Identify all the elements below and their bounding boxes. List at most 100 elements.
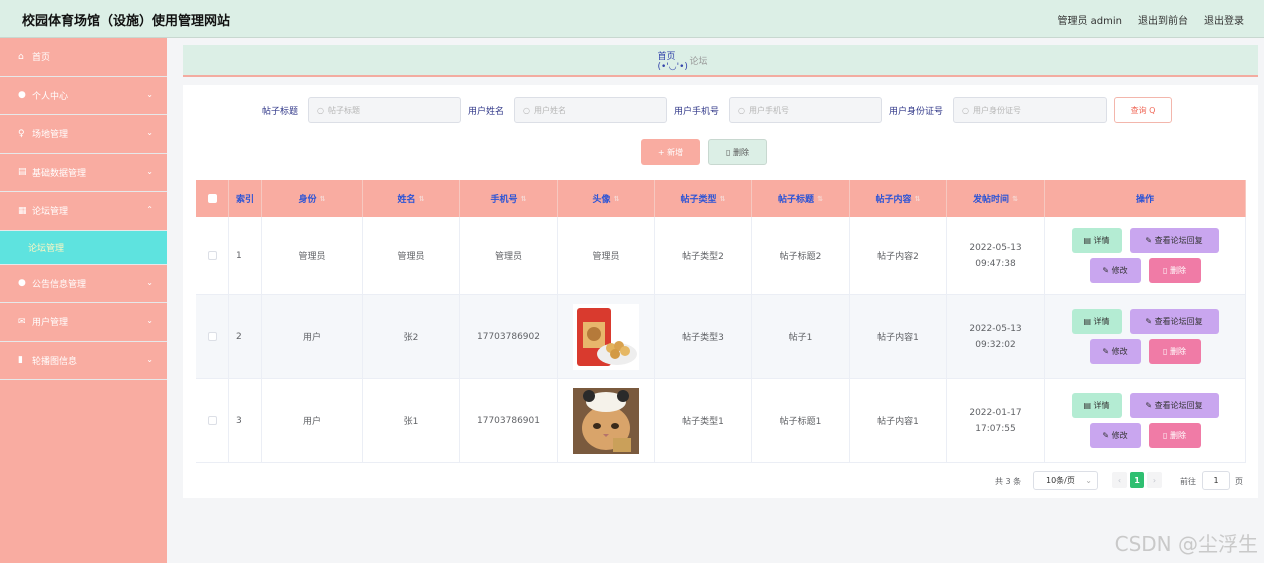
delete-row-button[interactable]: ▯ 删除 bbox=[1148, 339, 1201, 364]
edit-icon: ✎ bbox=[1102, 266, 1110, 275]
site-title: 校园体育场馆（设施）使用管理网站 bbox=[22, 14, 231, 29]
chevron-down-icon: ⌄ bbox=[146, 277, 153, 287]
search-label-title: 帖子标题 bbox=[262, 107, 299, 117]
sidebar-item-6[interactable]: ● 公告信息管理 ⌄ bbox=[0, 265, 167, 303]
chevron-right-icon: › bbox=[1152, 475, 1157, 485]
detail-button[interactable]: ▤ 详情 bbox=[1071, 309, 1122, 334]
header-avatar[interactable]: 头像 ⇅ bbox=[558, 180, 655, 217]
trash-icon: ▯ bbox=[1163, 431, 1168, 440]
edit-button[interactable]: ✎ 修改 bbox=[1089, 423, 1141, 448]
header-time[interactable]: 发帖时间 ⇅ bbox=[947, 180, 1045, 217]
header-title[interactable]: 帖子标题 ⇅ bbox=[752, 180, 850, 217]
detail-button[interactable]: ▤ 详情 bbox=[1071, 393, 1122, 418]
action-row: ✎ 修改 ▯ 删除 bbox=[1089, 423, 1201, 448]
view-replies-button[interactable]: ✎ 查看论坛回复 bbox=[1129, 309, 1219, 334]
avatar-image bbox=[573, 387, 639, 454]
header-phone[interactable]: 手机号 ⇅ bbox=[460, 180, 558, 217]
document-icon: ▤ bbox=[1083, 401, 1091, 410]
sidebar-item-3[interactable]: ▤ 基础数据管理 ⌄ bbox=[0, 154, 167, 192]
edit-icon: ✎ bbox=[1145, 317, 1153, 326]
chevron-down-icon: ⌄ bbox=[146, 354, 153, 364]
page-jump-input[interactable]: 1 bbox=[1202, 471, 1230, 490]
sidebar-item-1[interactable]: ● 个人中心 ⌄ bbox=[0, 77, 167, 115]
delete-row-button[interactable]: ▯ 删除 bbox=[1148, 423, 1201, 448]
view-replies-button[interactable]: ✎ 查看论坛回复 bbox=[1129, 228, 1219, 253]
action-row: ✎ 修改 ▯ 删除 bbox=[1089, 258, 1201, 283]
row-select-cell bbox=[196, 217, 229, 294]
search-icon: ○ bbox=[523, 105, 530, 115]
pager-goto-label: 前往 bbox=[1180, 477, 1196, 486]
add-button[interactable]: + 新增 bbox=[641, 139, 700, 165]
row-checkbox[interactable] bbox=[207, 332, 217, 341]
cell-index: 2 bbox=[229, 295, 262, 378]
suitcase-icon: ▦ bbox=[18, 205, 27, 216]
header-content[interactable]: 帖子内容 ⇅ bbox=[850, 180, 947, 217]
header-role[interactable]: 身份 ⇅ bbox=[262, 180, 363, 217]
top-header: 校园体育场馆（设施）使用管理网站 管理员 admin 退出到前台 退出登录 bbox=[0, 0, 1264, 38]
header-index: 索引 bbox=[229, 180, 262, 217]
sidebar-item-label: 首页 bbox=[32, 53, 51, 64]
search-input-phone[interactable]: ○ 用户手机号 bbox=[729, 97, 882, 123]
document-icon: ▤ bbox=[1083, 236, 1091, 245]
back-to-front-link[interactable]: 退出到前台 bbox=[1138, 12, 1188, 27]
action-group: ▤ 详情 ✎ 查看论坛回复 ✎ 修改 ▯ 删除 bbox=[1071, 228, 1219, 283]
next-page-button[interactable]: › bbox=[1147, 472, 1162, 488]
select-all-checkbox[interactable] bbox=[207, 194, 217, 203]
chevron-down-icon: ⌄ bbox=[146, 316, 153, 325]
edit-button[interactable]: ✎ 修改 bbox=[1089, 258, 1141, 283]
cell-content: 帖子内容1 bbox=[850, 379, 947, 462]
action-row: ✎ 修改 ▯ 删除 bbox=[1089, 339, 1201, 364]
trash-icon: ▯ bbox=[1163, 347, 1168, 356]
pager-total: 共 3 条 bbox=[995, 477, 1022, 486]
page-size-select[interactable]: 10条/页 ⌄ bbox=[1033, 471, 1098, 490]
sidebar-item-0[interactable]: ⌂ 首页 bbox=[0, 38, 167, 77]
sidebar-subitem-forum[interactable]: 论坛管理 bbox=[0, 230, 167, 265]
breadcrumb-current: 论坛 bbox=[689, 56, 708, 67]
action-row: ▤ 详情 ✎ 查看论坛回复 bbox=[1071, 309, 1219, 334]
cell-index: 3 bbox=[229, 379, 262, 462]
main-panel: 帖子标题 ○ 帖子标题 用户姓名 ○ 用户姓名 用户手机号 ○ 用户手机号 用户身份证… bbox=[183, 85, 1258, 498]
table-body: 1 管理员 管理员 管理员 管理员 帖子类型2 帖子标题2 帖子内容2 2022-05-13 0… bbox=[196, 217, 1246, 463]
chevron-down-icon: ⌄ bbox=[146, 128, 153, 137]
logout-link[interactable]: 退出登录 bbox=[1204, 12, 1244, 27]
query-button[interactable]: 查询 Q bbox=[1114, 97, 1172, 123]
page-number-current[interactable]: 1 bbox=[1130, 472, 1144, 488]
cell-role: 用户 bbox=[262, 379, 363, 462]
current-user: 管理员 admin bbox=[1057, 16, 1122, 27]
batch-delete-button[interactable]: ▯ 删除 bbox=[708, 139, 767, 165]
sidebar-item-8[interactable]: ▮ 轮播图信息 ⌄ bbox=[0, 342, 167, 380]
header-type[interactable]: 帖子类型 ⇅ bbox=[655, 180, 752, 217]
sidebar-item-2[interactable]: ♀ 场地管理 ⌄ bbox=[0, 115, 167, 154]
edit-button[interactable]: ✎ 修改 bbox=[1089, 339, 1141, 364]
cell-role: 管理员 bbox=[262, 217, 363, 294]
row-checkbox[interactable] bbox=[207, 251, 217, 260]
table-row: 1 管理员 管理员 管理员 管理员 帖子类型2 帖子标题2 帖子内容2 2022-05-13 0… bbox=[196, 217, 1246, 295]
sort-icon: ⇅ bbox=[914, 194, 921, 203]
avatar-image bbox=[573, 303, 639, 370]
row-checkbox[interactable] bbox=[207, 416, 217, 425]
document-icon: ▤ bbox=[1083, 317, 1091, 326]
search-input-idcard[interactable]: ○ 用户身份证号 bbox=[953, 97, 1107, 123]
sidebar-item-7[interactable]: ✉ 用户管理 ⌄ bbox=[0, 303, 167, 342]
header-name[interactable]: 姓名 ⇅ bbox=[363, 180, 460, 217]
action-row: ▤ 详情 ✎ 查看论坛回复 bbox=[1071, 228, 1219, 253]
detail-button[interactable]: ▤ 详情 bbox=[1071, 228, 1122, 253]
cell-time: 2022-01-17 17:07:55 bbox=[947, 379, 1045, 462]
breadcrumb-home[interactable]: 首页 (•'◡'•) bbox=[651, 49, 688, 72]
cell-phone: 17703786902 bbox=[460, 295, 558, 378]
cell-title: 帖子标题2 bbox=[752, 217, 850, 294]
sidebar-item-label: 论坛管理 bbox=[28, 243, 65, 254]
cell-phone: 17703786901 bbox=[460, 379, 558, 462]
prev-page-button[interactable]: ‹ bbox=[1112, 472, 1127, 488]
cell-content: 帖子内容1 bbox=[850, 295, 947, 378]
search-input-title[interactable]: ○ 帖子标题 bbox=[308, 97, 461, 123]
sidebar-item-4[interactable]: ▦ 论坛管理 ⌃ bbox=[0, 192, 167, 231]
search-icon: ○ bbox=[738, 105, 745, 115]
chevron-left-icon: ‹ bbox=[1117, 475, 1122, 485]
search-input-username[interactable]: ○ 用户姓名 bbox=[514, 97, 667, 123]
header-actions: 操作 bbox=[1045, 180, 1246, 217]
select-all-cell bbox=[196, 180, 229, 217]
view-replies-button[interactable]: ✎ 查看论坛回复 bbox=[1129, 393, 1219, 418]
home-icon: ⌂ bbox=[18, 51, 24, 62]
delete-row-button[interactable]: ▯ 删除 bbox=[1148, 258, 1201, 283]
